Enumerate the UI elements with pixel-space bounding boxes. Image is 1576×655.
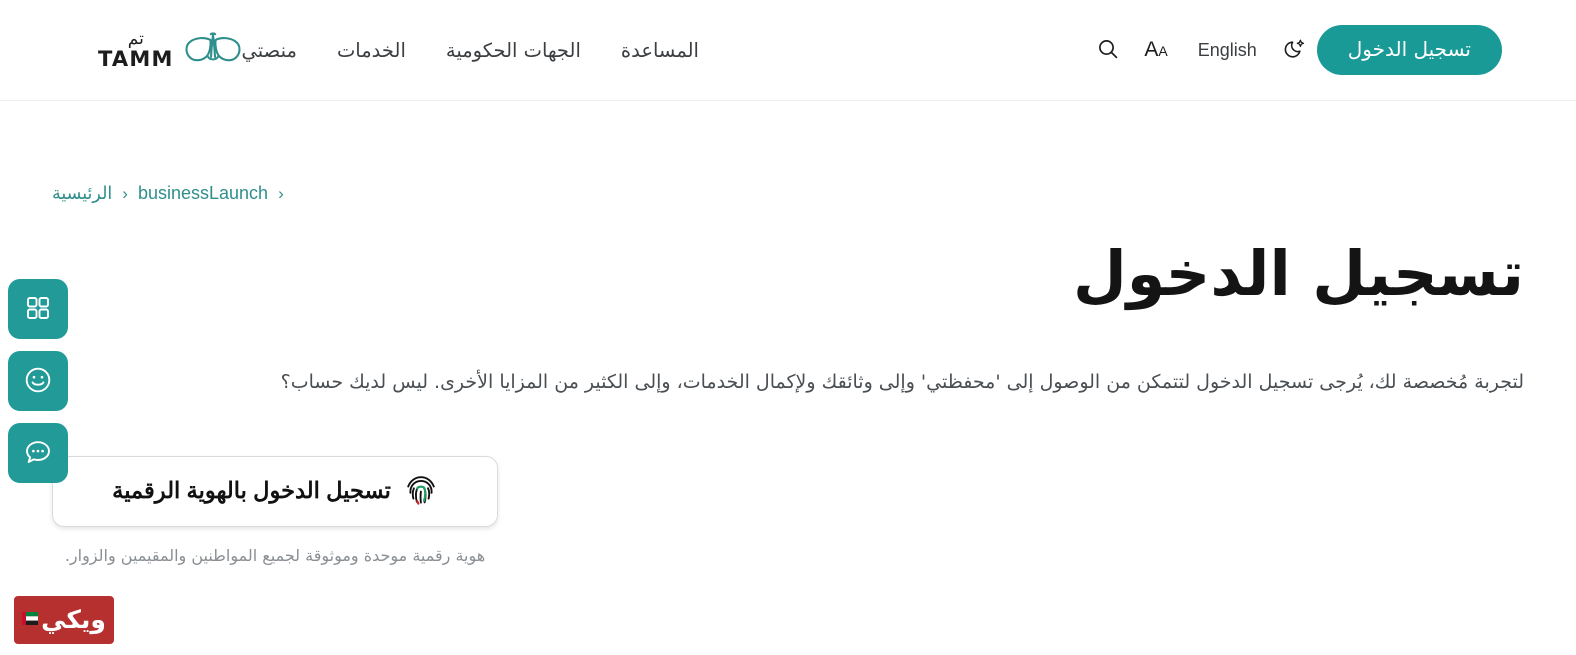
chat-bubble-icon — [23, 437, 53, 470]
moon-star-icon — [1282, 36, 1308, 65]
page-content: الرئيسية ‹ businessLaunch ‹ تسجيل الدخول… — [0, 183, 1576, 568]
rail-feedback-button[interactable] — [8, 351, 68, 411]
page-intro-text: لتجربة مُخصصة لك، يُرجى تسجيل الدخول لتت… — [280, 371, 1524, 394]
tamm-logo[interactable]: تم TAMM — [98, 28, 242, 71]
breadcrumb-home[interactable]: الرئيسية — [52, 184, 112, 204]
nav-item-government-entities[interactable]: الجهات الحكومية — [446, 39, 581, 62]
logo-latin-text: TAMM — [98, 46, 174, 71]
grid-apps-icon — [24, 294, 52, 325]
nav-item-help[interactable]: المساعدة — [621, 39, 699, 62]
search-button[interactable] — [1086, 28, 1130, 72]
rail-chat-button[interactable] — [8, 423, 68, 483]
uae-pass-fingerprint-icon — [404, 473, 438, 510]
uae-pass-login-button[interactable]: تسجيل الدخول بالهوية الرقمية — [52, 455, 498, 527]
rail-apps-grid-button[interactable] — [8, 279, 68, 339]
font-size-large-label: A — [1144, 38, 1159, 61]
logo-wordmark: تم TAMM — [98, 28, 174, 71]
wiki-watermark: ويكي — [14, 596, 114, 644]
smiley-face-icon — [23, 365, 53, 398]
page-title: تسجيل الدخول — [1073, 237, 1524, 310]
language-toggle[interactable]: English — [1182, 40, 1273, 61]
site-header: تم TAMM منصتي الخدمات الجهات الحكومية ال… — [0, 0, 1576, 101]
logo-arabic-text: تم — [127, 28, 144, 49]
login-cta-group: تسجيل الدخول بالهوية الرقمية هوية رقمية … — [52, 455, 1524, 569]
breadcrumb-business-launch[interactable]: businessLaunch — [138, 183, 268, 204]
breadcrumb-separator-1: ‹ — [122, 183, 128, 203]
nav-item-services[interactable]: الخدمات — [337, 39, 406, 62]
header-right-group: تم TAMM منصتي الخدمات الجهات الحكومية ال… — [52, 28, 699, 71]
uae-pass-login-label: تسجيل الدخول بالهوية الرقمية — [112, 478, 391, 504]
font-size-toggle[interactable]: A A — [1130, 38, 1181, 62]
header-left-group: A A English تسجيل الدخول — [1086, 25, 1524, 75]
breadcrumb: الرئيسية ‹ businessLaunch ‹ — [52, 183, 1524, 204]
breadcrumb-separator-2: ‹ — [278, 183, 284, 203]
floating-side-rail — [8, 279, 68, 483]
uae-pass-description: هوية رقمية موحدة وموثوقة لجميع المواطنين… — [64, 545, 486, 565]
font-size-small-label: A — [1158, 43, 1168, 59]
primary-navigation: منصتي الخدمات الجهات الحكومية المساعدة — [242, 39, 699, 62]
nav-item-my-platform[interactable]: منصتي — [242, 39, 297, 62]
uae-flag-icon — [22, 610, 39, 629]
tamm-wings-logo-icon — [184, 31, 242, 69]
search-icon — [1096, 37, 1120, 64]
header-login-button[interactable]: تسجيل الدخول — [1316, 25, 1502, 75]
dark-mode-toggle[interactable] — [1273, 28, 1317, 72]
watermark-text: ويكي — [41, 604, 107, 634]
